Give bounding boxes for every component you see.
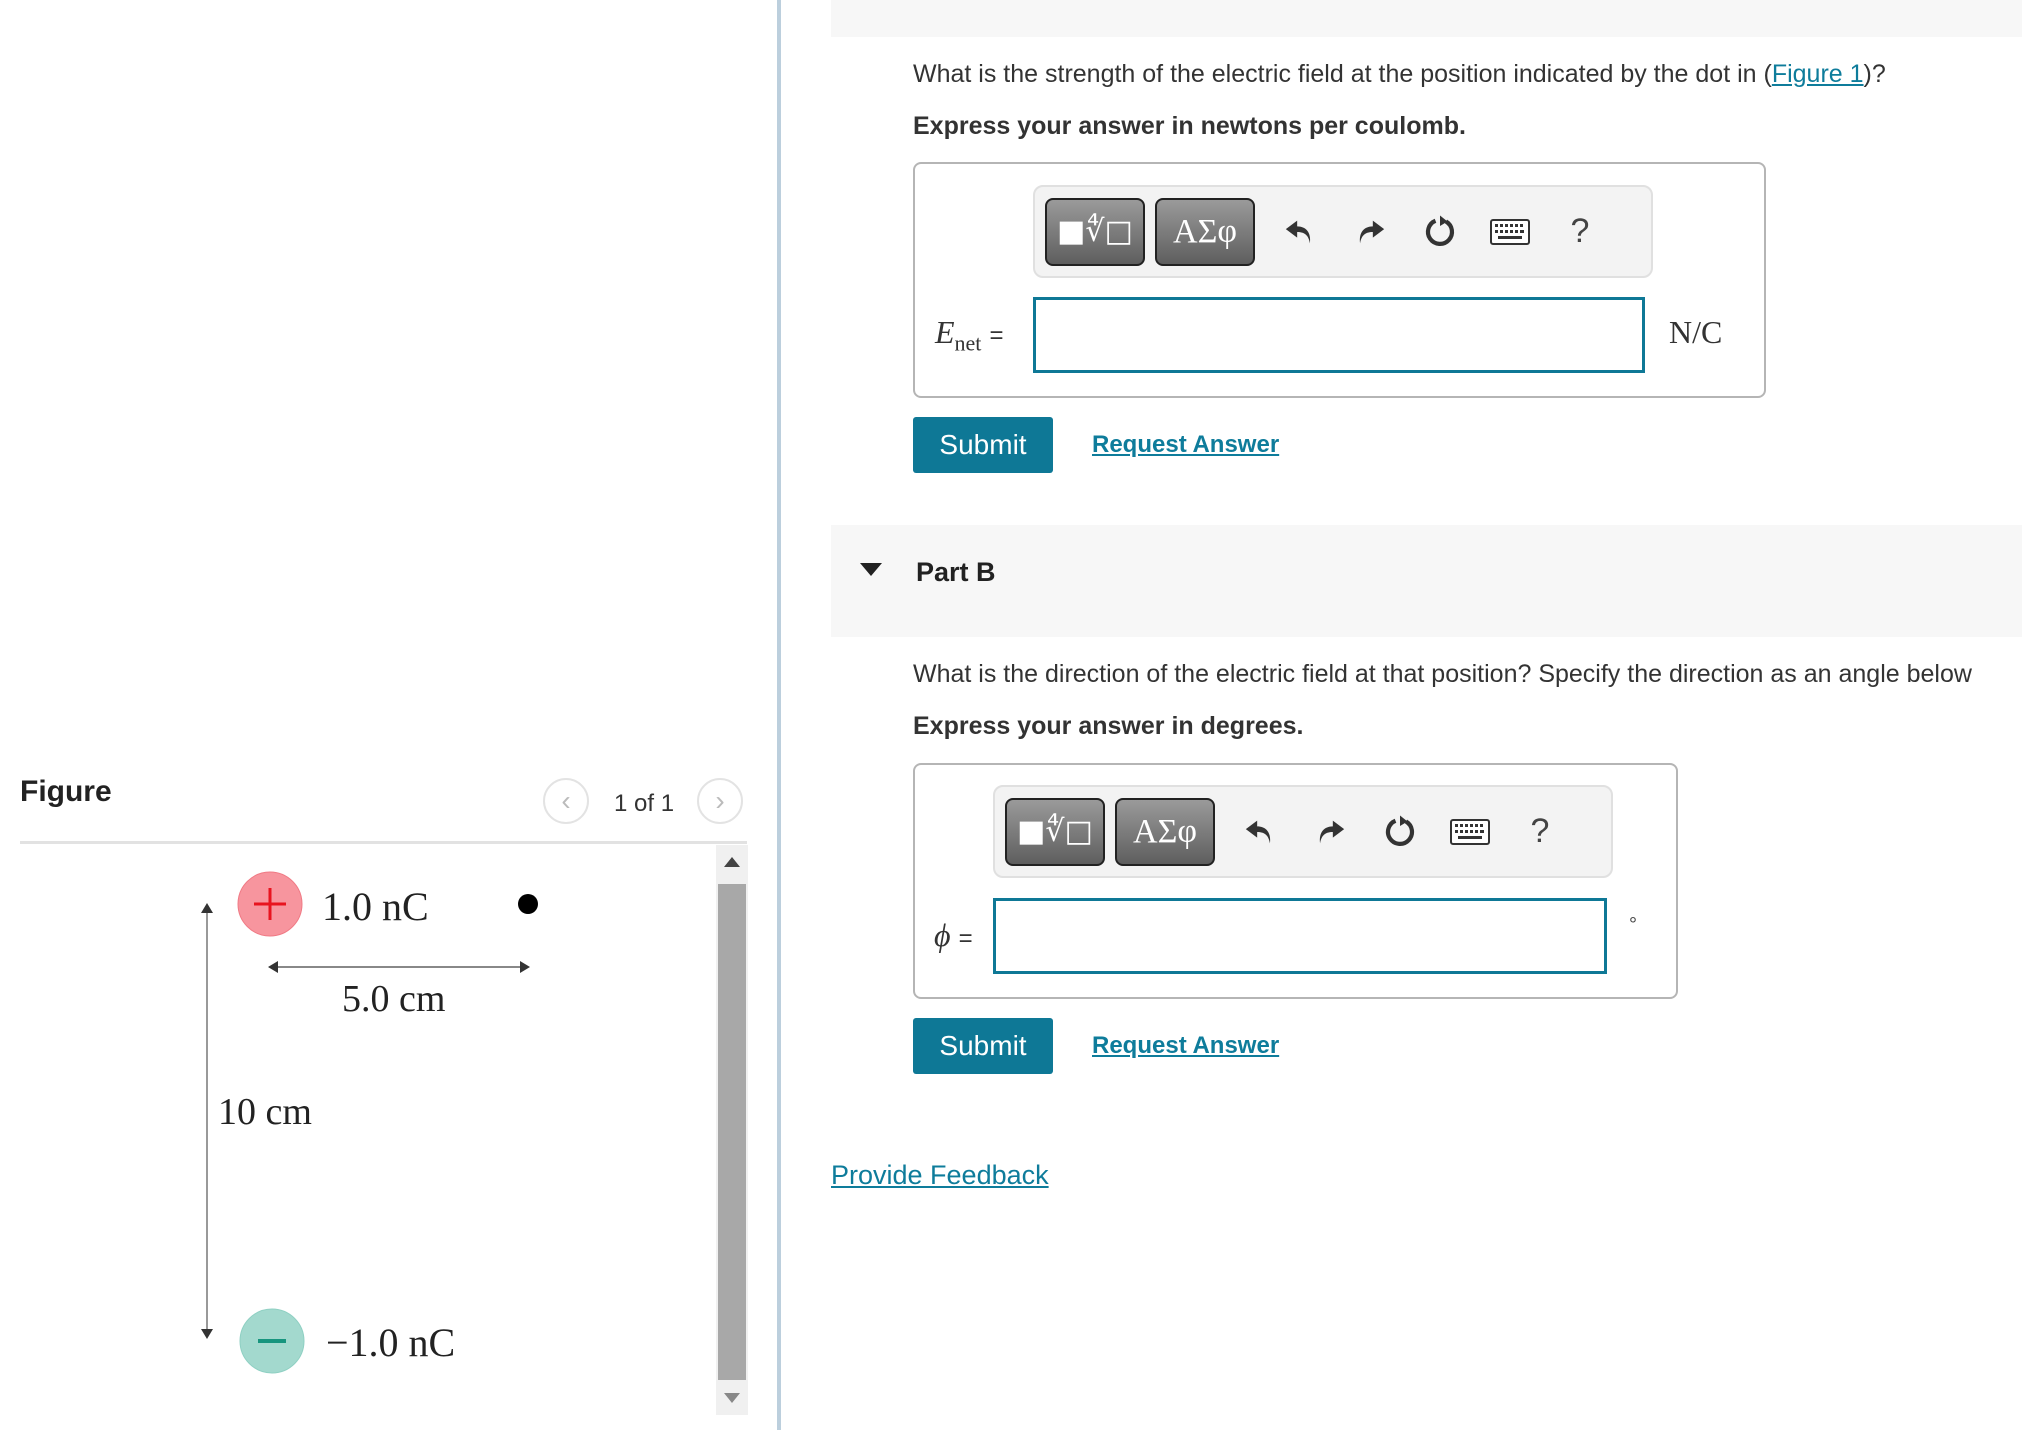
field-point-dot [518, 894, 538, 914]
undo-icon [1245, 820, 1271, 843]
figure-header-rule [20, 841, 747, 844]
scroll-up-button[interactable] [716, 850, 748, 874]
provide-feedback-link[interactable]: Provide Feedback [831, 1160, 1049, 1191]
redo-button[interactable] [1335, 215, 1405, 249]
greek-symbols-button[interactable]: ΑΣφ [1155, 197, 1255, 266]
part-b-title: Part B [916, 557, 996, 587]
chevron-left-icon: ‹ [561, 785, 571, 816]
negative-charge-label: −1.0 nC [326, 1320, 456, 1365]
greek-symbols-label: ΑΣφ [1173, 212, 1237, 250]
arrowhead-right-icon [520, 961, 530, 973]
help-icon: ? [1570, 212, 1590, 250]
arrowhead-left-icon [268, 961, 278, 973]
part-a-request-answer-link[interactable]: Request Answer [1092, 431, 1279, 459]
part-b-request-answer-link[interactable]: Request Answer [1092, 1032, 1279, 1060]
redo-icon [1359, 220, 1385, 243]
redo-icon [1319, 820, 1345, 843]
undo-icon [1285, 220, 1311, 243]
undo-button[interactable] [1265, 215, 1335, 249]
reset-icon [1385, 815, 1415, 846]
part-a-submit-button[interactable]: Submit [913, 417, 1053, 473]
templates-button[interactable]: ■∜□ [1005, 797, 1105, 866]
figure-diagram: 1.0 nC 5.0 cm 10 cm −1.0 nC [0, 845, 710, 1445]
keyboard-button[interactable] [1475, 218, 1545, 245]
greek-symbols-label: ΑΣφ [1133, 812, 1197, 850]
keyboard-button[interactable] [1435, 818, 1505, 845]
part-b-instruction: Express your answer in degrees. [913, 712, 1304, 740]
templates-icon: ■∜□ [1017, 814, 1093, 849]
next-figure-button[interactable]: › [697, 778, 743, 824]
help-icon: ? [1530, 812, 1550, 850]
triangle-down-icon [724, 1393, 740, 1403]
arrowhead-down-icon [201, 1329, 213, 1339]
positive-charge-label: 1.0 nC [322, 884, 429, 929]
part-a-math-toolbar: ■∜□ ΑΣφ ? [1033, 185, 1653, 278]
help-button[interactable]: ? [1505, 812, 1575, 851]
part-b-question: What is the direction of the electric fi… [913, 660, 1972, 688]
keyboard-icon [1450, 818, 1490, 845]
triangle-up-icon [724, 857, 740, 867]
part-b-submit-button[interactable]: Submit [913, 1018, 1053, 1074]
part-a-header-band [831, 0, 2022, 37]
panel-divider[interactable] [777, 0, 781, 1430]
templates-icon: ■∜□ [1057, 214, 1133, 249]
undo-button[interactable] [1225, 815, 1295, 849]
prev-figure-button[interactable]: ‹ [543, 778, 589, 824]
chevron-right-icon: › [715, 785, 725, 816]
figure-title: Figure [20, 775, 112, 808]
help-button[interactable]: ? [1545, 212, 1615, 251]
scroll-down-button[interactable] [716, 1386, 748, 1410]
templates-button[interactable]: ■∜□ [1045, 197, 1145, 266]
part-a-answer-input[interactable] [1033, 297, 1645, 373]
reset-icon [1425, 215, 1455, 246]
horizontal-distance-label: 5.0 cm [342, 978, 446, 1020]
arrowhead-up-icon [201, 903, 213, 913]
keyboard-icon [1490, 218, 1530, 245]
part-a-question: What is the strength of the electric fie… [913, 60, 1886, 88]
part-b-math-toolbar: ■∜□ ΑΣφ ? [993, 785, 1613, 878]
reset-button[interactable] [1365, 814, 1435, 850]
figure-pager-text: 1 of 1 [614, 790, 675, 817]
figure-1-link[interactable]: Figure 1 [1772, 60, 1864, 88]
part-a-variable-label: Enet = [935, 314, 1004, 356]
reset-button[interactable] [1405, 214, 1475, 250]
collapse-triangle-icon[interactable] [860, 563, 882, 576]
part-b-header[interactable] [831, 525, 2022, 637]
part-b-answer-input[interactable] [993, 898, 1607, 974]
part-b-variable-label: ϕ = [934, 917, 973, 953]
part-b-unit: ° [1629, 914, 1637, 936]
figure-scrollbar-thumb[interactable] [718, 884, 746, 1380]
part-a-instruction: Express your answer in newtons per coulo… [913, 112, 1466, 140]
redo-button[interactable] [1295, 815, 1365, 849]
vertical-distance-label: 10 cm [218, 1091, 312, 1133]
greek-symbols-button[interactable]: ΑΣφ [1115, 797, 1215, 866]
part-a-unit: N/C [1669, 314, 1723, 350]
